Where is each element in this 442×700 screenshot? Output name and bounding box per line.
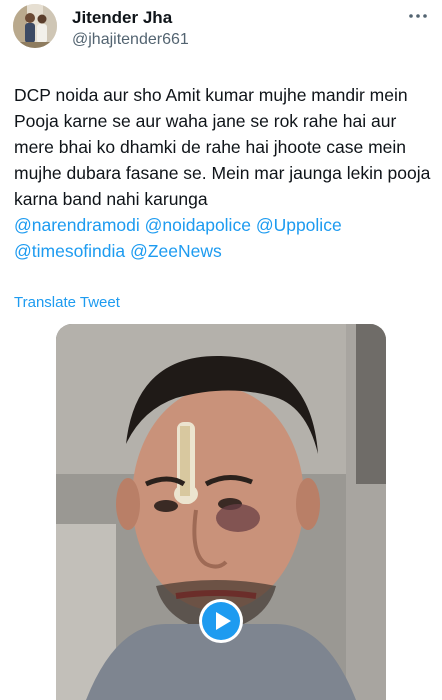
user-handle[interactable]: @jhajitender661	[72, 30, 189, 50]
play-icon[interactable]	[198, 598, 244, 644]
display-name[interactable]: Jitender Jha	[72, 8, 172, 28]
tweet-text-block: DCP noida aur sho Amit kumar mujhe mandi…	[14, 82, 434, 264]
mention-link[interactable]: @Uppolice	[256, 215, 342, 235]
avatar[interactable]	[13, 4, 57, 48]
mention-link[interactable]: @noidapolice	[145, 215, 251, 235]
tweet: Jitender Jha @jhajitender661 DCP noida a…	[0, 0, 442, 700]
translate-tweet-link[interactable]: Translate Tweet	[14, 294, 120, 312]
more-horizontal-icon[interactable]	[406, 8, 430, 24]
mention-link[interactable]: @ZeeNews	[130, 241, 222, 261]
tweet-text: DCP noida aur sho Amit kumar mujhe mandi…	[14, 85, 431, 209]
avatar-image	[13, 4, 57, 48]
mention-link[interactable]: @timesofindia	[14, 241, 125, 261]
mention-link[interactable]: @narendramodi	[14, 215, 140, 235]
